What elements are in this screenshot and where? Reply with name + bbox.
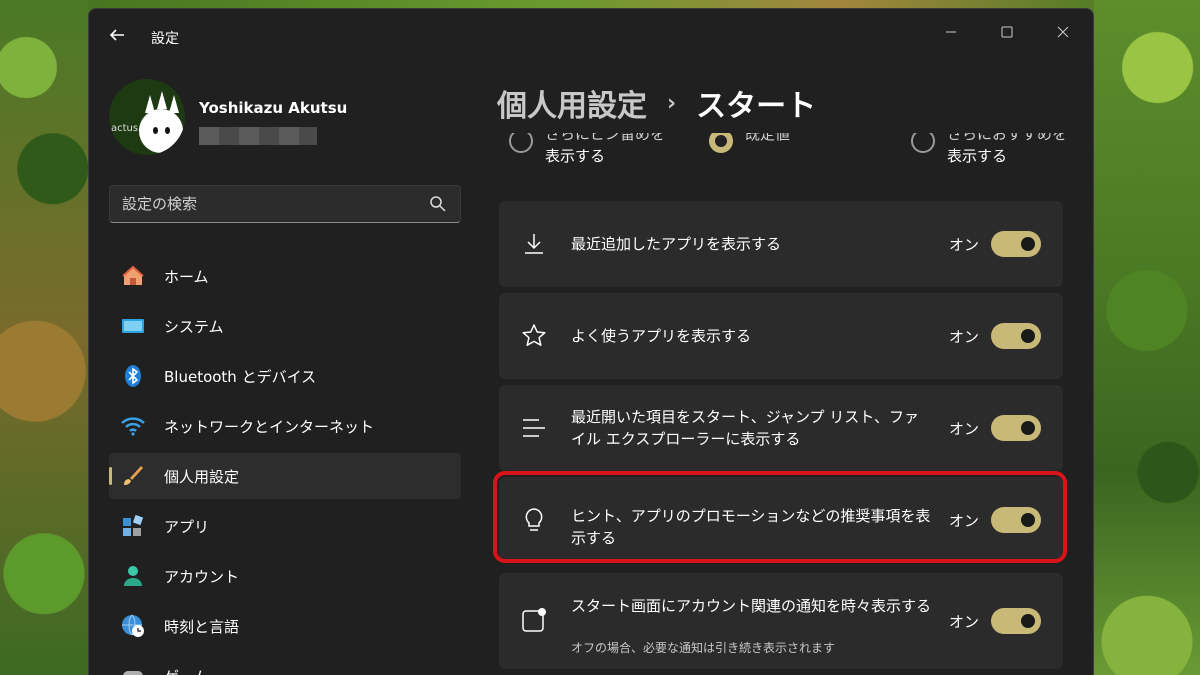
highlight-annotation <box>493 471 1067 563</box>
avatar-eye <box>153 127 158 134</box>
home-icon <box>121 264 145 288</box>
setting-recent-items: 最近開いた項目をスタート、ジャンプ リスト、ファイル エクスプローラーに表示する… <box>499 385 1063 471</box>
sidebar-item-label: システム <box>164 317 224 336</box>
setting-recently-added-apps: 最近追加したアプリを表示する オン <box>499 201 1063 287</box>
toggle-knob <box>1021 421 1035 435</box>
toggle-knob <box>1021 237 1035 251</box>
game-icon <box>121 664 145 675</box>
radio-button-checked[interactable] <box>709 133 733 153</box>
toggle-switch[interactable] <box>991 323 1041 349</box>
chevron-right-icon: › <box>667 90 677 116</box>
globe-clock-icon <box>121 614 145 638</box>
minimize-icon <box>946 31 956 33</box>
radio-button[interactable] <box>911 133 935 153</box>
download-icon <box>521 231 547 257</box>
radio-label-line2: 表示する <box>545 147 606 165</box>
maximize-icon <box>1001 26 1013 38</box>
sidebar-item-system[interactable]: システム <box>109 303 461 349</box>
sidebar-item-bluetooth[interactable]: Bluetooth とデバイス <box>109 353 461 399</box>
window-title: 設定 <box>151 31 179 47</box>
title-bar: 設定 <box>89 9 1093 57</box>
avatar-character <box>139 109 183 153</box>
sidebar-item-label: Bluetooth とデバイス <box>164 367 317 386</box>
star-icon <box>521 323 547 349</box>
radio-label: 既定値 <box>745 133 875 153</box>
setting-title: スタート画面にアカウント関連の通知を時々表示する <box>571 597 932 615</box>
sidebar-item-label: 個人用設定 <box>164 467 240 486</box>
account-icon <box>121 564 145 588</box>
close-icon <box>1057 26 1069 38</box>
sidebar-item-label: 時刻と言語 <box>164 617 240 636</box>
sidebar-item-gaming[interactable]: ゲーム <box>109 653 461 675</box>
desktop-wallpaper-right <box>1094 0 1200 675</box>
radio-label-line1: さらにおすすめを <box>947 133 1068 143</box>
sidebar-item-apps[interactable]: アプリ <box>109 503 461 549</box>
layout-option-more-recommendations[interactable]: さらにおすすめを 表示する <box>911 133 1077 167</box>
setting-most-used-apps: よく使うアプリを表示する オン <box>499 293 1063 379</box>
brush-icon <box>121 464 145 488</box>
close-button[interactable] <box>1041 17 1085 49</box>
sidebar-item-time-language[interactable]: 時刻と言語 <box>109 603 461 649</box>
minimize-button[interactable] <box>929 17 973 49</box>
apps-icon <box>121 514 145 538</box>
setting-description: オフの場合、必要な通知は引き続き表示されます <box>571 641 836 655</box>
toggle-state-label: オン <box>949 613 980 631</box>
toggle-switch[interactable] <box>991 231 1041 257</box>
toggle-knob <box>1021 329 1035 343</box>
toggle-state-label: オン <box>949 420 980 438</box>
radio-label-line1: 既定値 <box>745 133 791 143</box>
wifi-icon <box>121 414 145 438</box>
notification-icon <box>521 607 547 633</box>
back-arrow-icon <box>109 29 124 41</box>
radio-label-line2: 表示する <box>947 147 1008 165</box>
sidebar-item-label: ゲーム <box>164 666 209 675</box>
system-icon <box>121 314 145 338</box>
avatar-text: actus <box>111 123 139 134</box>
toggle-state-label: オン <box>949 236 980 254</box>
sidebar-item-home[interactable]: ホーム <box>109 253 461 299</box>
layout-option-default[interactable]: 既定値 <box>709 133 875 153</box>
avatar-spike <box>157 91 167 109</box>
back-button[interactable] <box>105 23 129 47</box>
avatar-eye <box>165 127 170 134</box>
sidebar-nav: ホーム システム Bluetooth とデバイス ネットワークとインターネット … <box>109 253 461 675</box>
toggle-switch[interactable] <box>991 415 1041 441</box>
setting-title: 最近開いた項目をスタート、ジャンプ リスト、ファイル エクスプローラーに表示する <box>571 408 919 448</box>
sidebar-item-personalization[interactable]: 個人用設定 <box>109 453 461 499</box>
toggle-state-label: オン <box>949 328 980 346</box>
settings-window: 設定 actus Yoshikazu Akutsu ホーム <box>88 8 1094 675</box>
search-box[interactable] <box>109 185 461 223</box>
radio-label-line1: さらにピン留めを <box>545 133 666 143</box>
sidebar-item-network[interactable]: ネットワークとインターネット <box>109 403 461 449</box>
search-input[interactable] <box>122 194 412 214</box>
user-email-redacted <box>199 127 317 145</box>
toggle-knob <box>1021 614 1035 628</box>
sidebar-item-label: ホーム <box>164 267 209 286</box>
layout-option-more-pins[interactable]: さらにピン留めを 表示する <box>509 133 675 167</box>
page-title: スタート <box>696 89 817 124</box>
sidebar-item-label: ネットワークとインターネット <box>164 417 375 436</box>
sidebar-item-label: アプリ <box>164 517 210 536</box>
maximize-button[interactable] <box>985 17 1029 49</box>
avatar[interactable]: actus <box>109 79 185 155</box>
search-icon[interactable] <box>428 194 448 214</box>
layout-radio-group: さらにピン留めを 表示する 既定値 さらにおすすめを 表示する <box>499 133 1079 185</box>
sidebar-item-accounts[interactable]: アカウント <box>109 553 461 599</box>
radio-label: さらにピン留めを 表示する <box>545 133 675 167</box>
list-icon <box>521 415 547 441</box>
bluetooth-icon <box>121 364 145 388</box>
breadcrumb: 個人用設定 › スタート <box>497 81 816 125</box>
desktop-wallpaper-left <box>0 0 88 675</box>
setting-account-notifications: スタート画面にアカウント関連の通知を時々表示する オフの場合、必要な通知は引き続… <box>499 573 1063 669</box>
sidebar-item-label: アカウント <box>164 567 240 586</box>
breadcrumb-parent[interactable]: 個人用設定 <box>497 81 647 125</box>
user-name: Yoshikazu Akutsu <box>199 99 348 117</box>
setting-title: よく使うアプリを表示する <box>571 327 752 345</box>
radio-button[interactable] <box>509 133 533 153</box>
toggle-switch[interactable] <box>991 608 1041 634</box>
setting-title: 最近追加したアプリを表示する <box>571 235 782 253</box>
radio-label: さらにおすすめを 表示する <box>947 133 1077 167</box>
